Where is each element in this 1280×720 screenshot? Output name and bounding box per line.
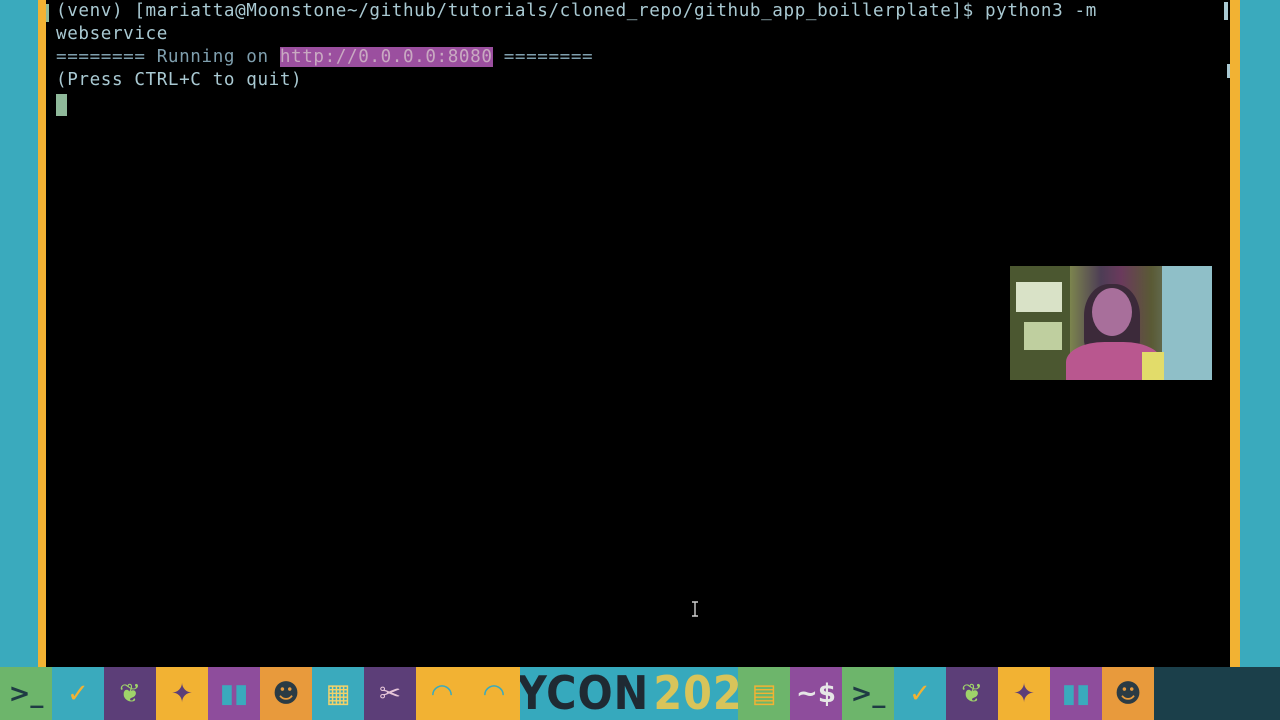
- text-cursor: [56, 94, 67, 116]
- shell-dollar-icon: ~$: [796, 678, 836, 709]
- left-frame-stripe: [38, 0, 46, 667]
- webcam-wall-art: [1016, 282, 1062, 312]
- banner-tile: ☻: [1102, 667, 1154, 720]
- banner-tile: ~$: [790, 667, 842, 720]
- terminal-prompt-line[interactable]: [56, 92, 1230, 116]
- banner-tile: ◠: [416, 667, 468, 720]
- pycon-logo-word: PYCON: [520, 667, 650, 720]
- banner-tile: ❦: [946, 667, 998, 720]
- bridge-icon: ◠: [432, 678, 452, 709]
- banner-tile: ▮▮: [208, 667, 260, 720]
- banner-tile: ✦: [156, 667, 208, 720]
- webcam-speaker-face: [1092, 288, 1132, 336]
- terminal-prompt-icon: >_: [850, 678, 886, 709]
- speaker-webcam: [1010, 266, 1212, 380]
- tools-icon: ✂: [379, 678, 401, 709]
- scroll-marker-left: [46, 4, 49, 22]
- left-frame: [0, 0, 40, 667]
- banner-tile: ❦: [104, 667, 156, 720]
- terminal-command-continuation: webservice: [56, 24, 168, 44]
- right-frame-stripe: [1230, 0, 1240, 667]
- bridge-icon: ◠: [484, 678, 504, 709]
- calendar-icon: ▤: [751, 678, 777, 709]
- banner-tile: ✦: [998, 667, 1050, 720]
- banner-tile: ▤: [738, 667, 790, 720]
- sparkle-icon: ✦: [171, 678, 193, 709]
- terminal-output: (venv) [mariatta@Moonstone~/github/tutor…: [56, 0, 1230, 116]
- webcam-chair: [1142, 352, 1164, 380]
- building-icon: ▮▮: [219, 678, 249, 709]
- banner-tile: ☻: [260, 667, 312, 720]
- status-prefix: ======== Running on: [56, 47, 280, 67]
- banner-tile: ✓: [894, 667, 946, 720]
- keyboard-icon: ▦: [325, 678, 351, 709]
- banner-tile: ▦: [312, 667, 364, 720]
- python-check-icon: ✓: [909, 678, 931, 709]
- laurel-icon: ❦: [961, 678, 983, 709]
- banner-tile: ✓: [52, 667, 104, 720]
- robot-icon: ☻: [1114, 678, 1142, 709]
- terminal-command-line: (venv) [mariatta@Moonstone~/github/tutor…: [56, 1, 1097, 21]
- banner-tile: ✂: [364, 667, 416, 720]
- terminal-quit-hint: (Press CTRL+C to quit): [56, 70, 303, 90]
- server-url-link[interactable]: http://0.0.0.0:8080: [279, 47, 493, 67]
- laurel-icon: ❦: [119, 678, 141, 709]
- terminal-server-status: ======== Running on http://0.0.0.0:8080 …: [56, 46, 1230, 69]
- status-suffix: ========: [492, 47, 594, 67]
- robot-icon: ☻: [272, 678, 300, 709]
- mouse-ibeam-icon: [692, 601, 698, 617]
- banner-tile: >_: [842, 667, 894, 720]
- pycon-banner: >_ ✓ ❦ ✦ ▮▮ ☻ ▦ ✂ ◠ ◠ PYCON2020 ▤ ~$ >_ ✓ ❦ ✦ ▮▮ ☻: [0, 667, 1280, 720]
- pycon-logo-year: 2020: [653, 667, 738, 720]
- right-frame: [1240, 0, 1280, 667]
- banner-tile: >_: [0, 667, 52, 720]
- banner-tile: ▮▮: [1050, 667, 1102, 720]
- building-icon: ▮▮: [1061, 678, 1091, 709]
- sparkle-icon: ✦: [1013, 678, 1035, 709]
- webcam-wall-art: [1024, 322, 1062, 350]
- python-check-icon: ✓: [67, 678, 89, 709]
- terminal-prompt-icon: >_: [8, 678, 44, 709]
- pycon-logo: PYCON2020: [520, 667, 738, 720]
- webcam-window: [1162, 266, 1212, 380]
- banner-tile: ◠: [468, 667, 520, 720]
